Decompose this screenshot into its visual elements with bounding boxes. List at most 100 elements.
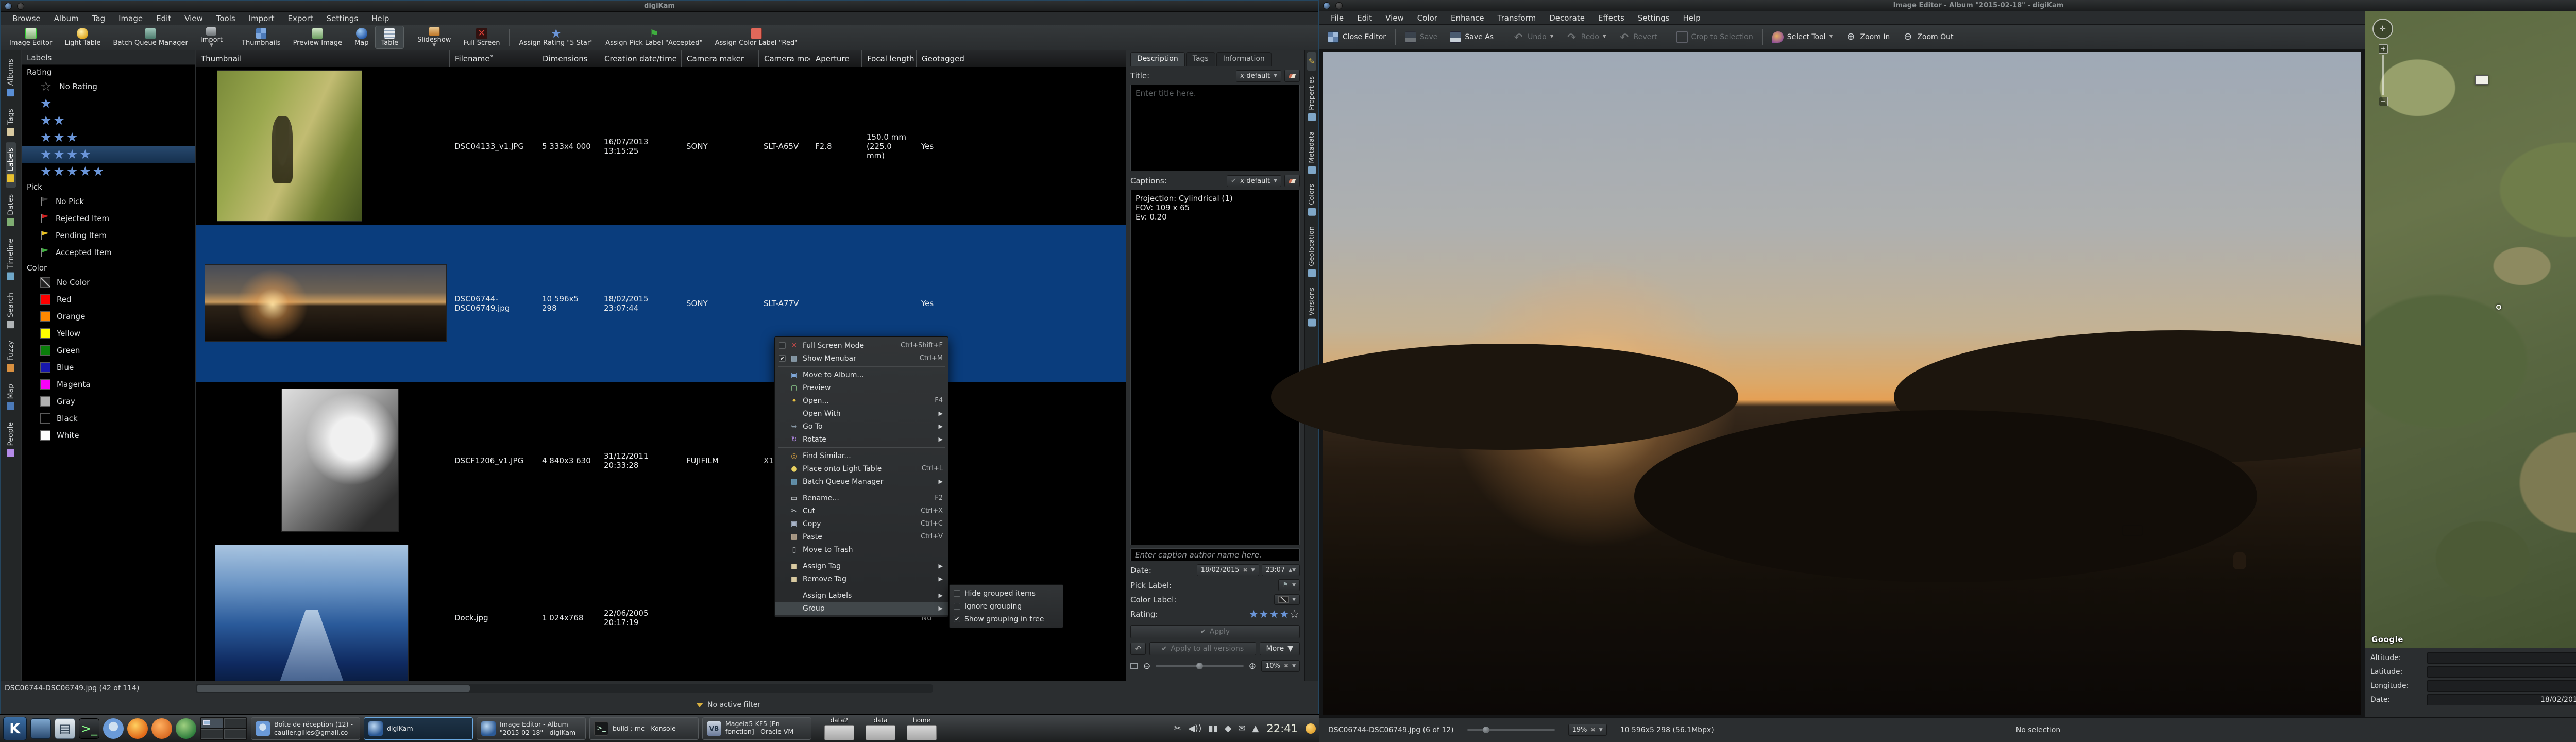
virtual-desktop-pager[interactable] xyxy=(200,717,247,740)
task-bo-te-de-r-ception-12-caulier-[interactable]: Boîte de réception (12) - caulier.gilles… xyxy=(251,717,360,740)
color-item-magenta[interactable]: Magenta xyxy=(22,376,195,393)
table-row[interactable]: DSCF1206_v1.JPG4 840x3 63031/12/2011 20:… xyxy=(196,382,1126,539)
menu-item-move-to-album[interactable]: ▣Move to Album... xyxy=(775,368,948,381)
clear-captions-button[interactable] xyxy=(1284,175,1300,187)
tab-description[interactable]: Description xyxy=(1130,52,1185,66)
clear-title-button[interactable] xyxy=(1284,70,1300,82)
submenu-item-show-grouping-in-tree[interactable]: ✔Show grouping in tree xyxy=(950,613,1063,626)
save-button[interactable]: Save xyxy=(1399,26,1443,48)
map-zoom-control[interactable]: + − xyxy=(2379,44,2388,106)
gps-field-value[interactable]: 612.51 m xyxy=(2427,652,2576,664)
table-button[interactable]: Table xyxy=(375,26,404,49)
menu-browse[interactable]: Browse xyxy=(6,13,47,24)
sidebar-tab-tags[interactable]: Tags xyxy=(6,103,16,141)
redo-button[interactable]: ↷Redo▼ xyxy=(1561,26,1612,48)
menu-item-place-onto-light-table[interactable]: ●Place onto Light TableCtrl+L xyxy=(775,462,948,475)
color-item-black[interactable]: Black xyxy=(22,410,195,427)
desktop-icon-home[interactable]: home xyxy=(903,717,941,740)
apply-button[interactable]: ✔Apply xyxy=(1130,625,1300,638)
rating-item-5-stars[interactable]: ★★★★★ xyxy=(22,163,195,180)
submenu-item-hide-grouped-items[interactable]: Hide grouped items xyxy=(950,587,1063,600)
column-header-geotagged[interactable]: Geotagged xyxy=(916,50,968,67)
tab-tags[interactable]: Tags xyxy=(1186,52,1215,66)
fit-to-window-icon[interactable] xyxy=(1130,663,1138,669)
color-item-gray[interactable]: Gray xyxy=(22,393,195,410)
assign-color-label-red-button[interactable]: Assign Color Label "Red" xyxy=(709,26,804,49)
column-header-camera-maker[interactable]: Camera maker xyxy=(681,50,758,67)
pick-item-pending-item[interactable]: Pending Item xyxy=(22,227,195,244)
menu-album[interactable]: Album xyxy=(47,13,86,24)
menu-help[interactable]: Help xyxy=(365,13,396,24)
editor-zoom-slider[interactable] xyxy=(1467,729,1555,731)
pick-item-accepted-item[interactable]: Accepted Item xyxy=(22,244,195,261)
menu-export[interactable]: Export xyxy=(281,13,320,24)
rating-stars[interactable]: ★★★★☆ xyxy=(1249,608,1300,620)
menu-settings[interactable]: Settings xyxy=(320,13,365,24)
color-item-white[interactable]: White xyxy=(22,427,195,444)
menu-view[interactable]: View xyxy=(178,13,210,24)
tab-information[interactable]: Information xyxy=(1216,52,1272,66)
menu-color[interactable]: Color xyxy=(1411,12,1444,24)
task-mageia5-kf5-en-fonction-oracle[interactable]: VBMageia5-KF5 [En fonction] - Oracle VM … xyxy=(702,717,811,740)
menu-item-find-similar[interactable]: ◎Find Similar... xyxy=(775,449,948,462)
map-zoom-out-icon[interactable]: − xyxy=(2379,97,2388,106)
table-row[interactable]: DSC06744-DSC06749.jpg10 596x5 29818/02/2… xyxy=(196,225,1126,382)
desktop-icon-data2[interactable]: data2 xyxy=(820,717,858,740)
sidebar-tab-metadata[interactable]: Metadata xyxy=(1308,127,1316,179)
editor-canvas[interactable] xyxy=(1319,49,2365,717)
column-header-thumbnail[interactable]: Thumbnail xyxy=(196,50,449,67)
full-screen-button[interactable]: ✕Full Screen xyxy=(457,26,505,49)
column-header-focal-length[interactable]: Focal length xyxy=(861,50,916,67)
color-item-no-color[interactable]: No Color xyxy=(22,274,195,291)
sidebar-tab-map[interactable]: Map xyxy=(6,378,16,416)
menu-edit[interactable]: Edit xyxy=(1350,12,1379,24)
editor-titlebar[interactable]: Image Editor - Album "2015-02-18" - digi… xyxy=(1319,0,2576,11)
firefox-launcher[interactable] xyxy=(127,718,148,739)
menu-item-rename[interactable]: ▭Rename...F2 xyxy=(775,492,948,504)
slideshow-button[interactable]: Slideshow▼ xyxy=(412,26,456,49)
rating-item-4-stars[interactable]: ★★★★ xyxy=(22,146,195,163)
sidebar-tab-search[interactable]: Search xyxy=(6,287,16,334)
sidebar-tab-captions[interactable]: ✎ xyxy=(1307,52,1316,71)
preview-image-button[interactable]: Preview Image xyxy=(287,26,348,49)
column-header-creation-date-time[interactable]: Creation date/time xyxy=(599,50,681,67)
thumbnail-size-slider[interactable] xyxy=(1156,665,1243,667)
task-build-mc-konsole[interactable]: >_build : mc - Konsole xyxy=(589,717,699,740)
window-menu-icon[interactable] xyxy=(5,3,24,10)
title-language-combo[interactable]: x-default▼ xyxy=(1236,70,1281,82)
color-item-green[interactable]: Green xyxy=(22,342,195,359)
date-combo[interactable]: 18/02/2015✖▼ xyxy=(1197,564,1259,576)
title-input[interactable]: Enter title here. xyxy=(1130,85,1300,171)
assign-pick-label-accepted-button[interactable]: ⚑Assign Pick Label "Accepted" xyxy=(600,26,708,49)
batch-queue-manager-button[interactable]: Batch Queue Manager xyxy=(108,26,194,49)
revert-button[interactable]: ↶Revert xyxy=(1613,26,1663,48)
select-tool-button[interactable]: Select Tool▼ xyxy=(1767,26,1839,48)
menu-settings[interactable]: Settings xyxy=(1631,12,1676,24)
menu-tag[interactable]: Tag xyxy=(86,13,112,24)
color-label-combo[interactable]: ▼ xyxy=(1274,594,1300,605)
menu-tools[interactable]: Tools xyxy=(210,13,242,24)
menu-item-show-menubar[interactable]: ✔▤Show MenubarCtrl+M xyxy=(775,352,948,365)
menu-item-assign-tag[interactable]: ■Assign Tag▶ xyxy=(775,560,948,572)
rating-item-1-stars[interactable]: ★ xyxy=(22,95,195,112)
rating-item-none[interactable]: ☆No Rating xyxy=(22,78,195,95)
menu-image[interactable]: Image xyxy=(112,13,149,24)
menu-edit[interactable]: Edit xyxy=(149,13,178,24)
task-image-editor-album-2015-02-18-[interactable]: Image Editor - Album "2015-02-18" - digi… xyxy=(477,717,586,740)
save-as-button[interactable]: Save As xyxy=(1444,26,1499,48)
sidebar-tab-versions[interactable]: Versions xyxy=(1308,283,1316,331)
zoom-in-button[interactable]: ⊕Zoom In xyxy=(1839,26,1895,48)
map-zoom-in-icon[interactable]: + xyxy=(2379,44,2388,54)
image-editor-button[interactable]: Image Editor xyxy=(4,26,58,49)
kde-menu-button[interactable]: K xyxy=(3,717,27,740)
revert-button[interactable]: ↶ xyxy=(1130,643,1146,655)
konsole-launcher[interactable]: >_ xyxy=(79,718,99,739)
gps-field-value[interactable]: 43.562571 xyxy=(2427,666,2576,678)
tray-updates-icon[interactable]: ▲ xyxy=(1252,723,1259,734)
show-desktop-launcher[interactable] xyxy=(30,718,51,739)
menu-item-assign-labels[interactable]: Assign Labels▶ xyxy=(775,589,948,602)
menu-item-copy[interactable]: ▣CopyCtrl+C xyxy=(775,517,948,530)
desktop-3[interactable] xyxy=(201,729,223,739)
panel-cashew-icon[interactable] xyxy=(1306,723,1316,734)
color-item-orange[interactable]: Orange xyxy=(22,308,195,325)
